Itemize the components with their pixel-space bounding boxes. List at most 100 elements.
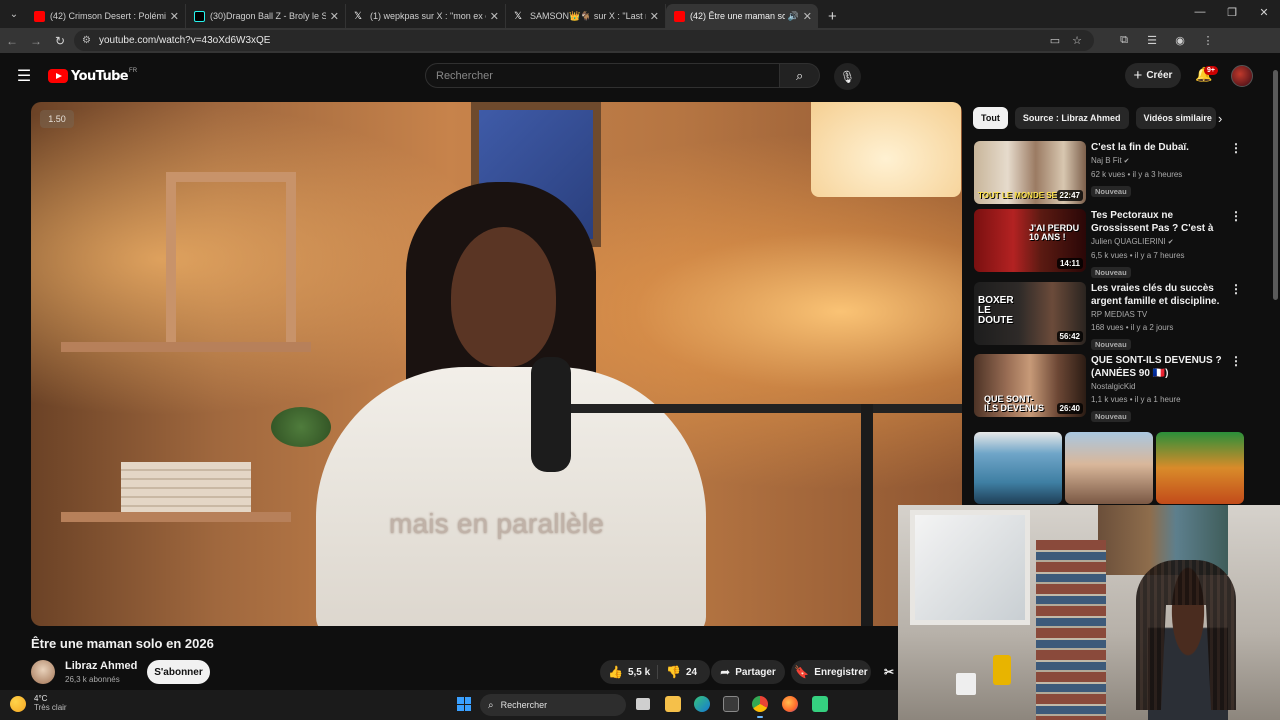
browser-tab[interactable]: 𝕏 (1) wepkpas sur X : "mon ex elle ✕ [346, 4, 506, 28]
url-text[interactable]: youtube.com/watch?v=43oXd6W3xQE [99, 35, 1050, 46]
chip-related[interactable]: Vidéos similaire [1135, 107, 1216, 129]
voice-search-button[interactable]: 🎙 [834, 63, 861, 90]
thumbnail-caption: J'AI PERDU 10 ANS ! [1029, 223, 1080, 242]
account-avatar[interactable] [1231, 65, 1253, 87]
dislike-count: 24 [685, 666, 698, 678]
more-options-icon[interactable]: ⋮ [1230, 209, 1242, 223]
browser-tab-active[interactable]: (42) Être une maman solo e 🔊 ✕ [666, 4, 818, 28]
recommendation-item[interactable]: TOUT LE MONDE SE BA 22:47 C'est la fin d… [974, 141, 1244, 206]
streaming-app-icon[interactable] [812, 696, 828, 712]
taskbar-search[interactable]: ⌕ Rechercher [480, 694, 626, 716]
task-view-icon[interactable] [636, 698, 650, 710]
cast-icon[interactable]: ▭ [1050, 34, 1060, 47]
chevron-right-icon[interactable]: › [1218, 111, 1222, 126]
recommendation-item[interactable]: BOXER LE DOUTE 56:42 Les vraies clés du … [974, 282, 1244, 350]
address-bar[interactable]: ⚙ youtube.com/watch?v=43oXd6W3xQE ▭ ☆ [74, 30, 1094, 51]
windows-start-icon[interactable] [457, 697, 471, 711]
recommendation-title[interactable]: C'est la fin de Dubaï. [1091, 141, 1226, 154]
video-thumbnail[interactable]: TOUT LE MONDE SE BA 22:47 [974, 141, 1086, 204]
search-bar: ⌕ [425, 63, 820, 88]
new-badge: Nouveau [1091, 411, 1131, 422]
chrome-icon[interactable] [752, 696, 768, 712]
edge-icon[interactable] [694, 696, 710, 712]
close-tab-icon[interactable]: ✕ [170, 10, 179, 23]
short-thumbnail[interactable] [974, 432, 1062, 504]
extensions-icon[interactable]: ⧉ [1110, 34, 1138, 47]
video-player[interactable]: 1.50 mais en parallèle [31, 102, 962, 626]
profile-icon[interactable]: ◉ [1166, 34, 1194, 47]
shelf-board [61, 342, 311, 352]
youtube-icon [674, 10, 685, 22]
more-options-icon[interactable]: ⋮ [1230, 354, 1242, 368]
tab-strip-icon[interactable]: ☰ [1138, 34, 1166, 47]
recommendation-title[interactable]: Les vraies clés du succès argent famille… [1091, 282, 1226, 308]
tab-title: (42) Être une maman solo e [690, 11, 785, 21]
short-thumbnail[interactable] [1156, 432, 1244, 504]
recommendation-channel: Julien QUAGLIERINI ✔ [1091, 235, 1226, 249]
chip-all[interactable]: Tout [973, 107, 1008, 129]
share-button[interactable]: ➦ Partager [711, 660, 785, 684]
more-options-icon[interactable]: ⋮ [1230, 282, 1242, 296]
tab-search-chevron-icon[interactable]: ⌄ [2, 2, 26, 26]
views-text: 168 vues [1091, 323, 1124, 332]
new-badge: Nouveau [1091, 186, 1131, 197]
search-icon: ⌕ [488, 699, 494, 711]
like-count: 5,5 k [627, 666, 651, 678]
page-scrollbar[interactable] [1271, 60, 1280, 505]
channel-avatar[interactable] [31, 660, 55, 684]
video-thumbnail[interactable]: QUE SONT-ILS DEVENUS 26:40 [974, 354, 1086, 417]
search-input[interactable] [425, 63, 781, 88]
firefox-icon[interactable] [782, 696, 798, 712]
forward-icon[interactable]: → [24, 34, 48, 48]
save-button[interactable]: 🔖 Enregistrer [791, 660, 871, 684]
recommendation-title[interactable]: QUE SONT-ILS DEVENUS ? (ANNÉES 90 🇫🇷) [1091, 354, 1226, 380]
scrollbar-thumb[interactable] [1273, 70, 1278, 300]
weather-widget[interactable]: 4°C Très clair [10, 694, 67, 713]
verified-check-icon: ✔ [1123, 158, 1130, 165]
browser-menu-icon[interactable]: ⋮ [1194, 34, 1222, 47]
more-options-icon[interactable]: ⋮ [1230, 141, 1242, 155]
youtube-logo[interactable]: YouTube FR [48, 68, 137, 84]
search-icon: ⌕ [795, 67, 804, 83]
chip-source[interactable]: Source : Libraz Ahmed [1014, 107, 1129, 129]
browser-tab[interactable]: 𝕏 SAMSON👑🐐 sur X : "Last m ✕ [506, 4, 666, 28]
search-button[interactable]: ⌕ [780, 63, 820, 88]
site-info-icon[interactable]: ⚙ [82, 35, 91, 46]
verified-check-icon: ✔ [1167, 239, 1174, 246]
minimize-icon[interactable]: — [1184, 6, 1216, 18]
back-icon[interactable]: ← [0, 34, 24, 48]
recommendation-item[interactable]: J'AI PERDU 10 ANS ! 14:11 Tes Pectoraux … [974, 209, 1244, 278]
subscribe-button[interactable]: S'abonner [147, 660, 210, 684]
new-tab-button[interactable]: + [828, 8, 837, 25]
like-button[interactable]: 👍 5,5 k [600, 665, 658, 679]
browser-tab[interactable]: (30)Dragon Ball Z - Broly le Sup ✕ [186, 4, 346, 28]
close-tab-icon[interactable]: ✕ [330, 10, 339, 23]
subscriber-count: 26,3 k abonnés [65, 675, 120, 684]
channel-name[interactable]: Libraz Ahmed [65, 660, 137, 672]
age-text: il y a 7 heures [1134, 251, 1185, 260]
reload-icon[interactable]: ↻ [48, 34, 72, 48]
recommendation-item[interactable]: QUE SONT-ILS DEVENUS 26:40 QUE SONT-ILS … [974, 354, 1244, 422]
bookmark-star-icon[interactable]: ☆ [1072, 34, 1082, 47]
close-tab-icon[interactable]: ✕ [803, 10, 812, 23]
menu-icon[interactable]: ☰ [0, 66, 48, 86]
save-label: Enregistrer [814, 666, 868, 678]
short-thumbnail[interactable] [1065, 432, 1153, 504]
recommendation-title[interactable]: Tes Pectoraux ne Grossissent Pas ? C'est… [1091, 209, 1226, 235]
store-icon[interactable] [723, 696, 739, 712]
recommendation-info: Les vraies clés du succès argent famille… [1091, 282, 1226, 352]
more-actions-button[interactable]: ✂ [879, 660, 899, 684]
speaker-icon[interactable]: 🔊 [788, 11, 799, 22]
close-window-icon[interactable]: ✕ [1248, 6, 1280, 19]
dislike-button[interactable]: 👎 24 [658, 665, 697, 679]
close-tab-icon[interactable]: ✕ [650, 10, 659, 23]
podcast-microphone [531, 357, 571, 472]
video-thumbnail[interactable]: J'AI PERDU 10 ANS ! 14:11 [974, 209, 1086, 272]
tiktok-icon [194, 10, 205, 22]
browser-tab[interactable]: (42) Crimson Desert : Polémique ✕ [26, 4, 186, 28]
create-button[interactable]: + Créer [1125, 63, 1181, 88]
close-tab-icon[interactable]: ✕ [490, 10, 499, 23]
video-thumbnail[interactable]: BOXER LE DOUTE 56:42 [974, 282, 1086, 345]
restore-icon[interactable]: ❐ [1216, 6, 1248, 19]
file-explorer-icon[interactable] [665, 696, 681, 712]
